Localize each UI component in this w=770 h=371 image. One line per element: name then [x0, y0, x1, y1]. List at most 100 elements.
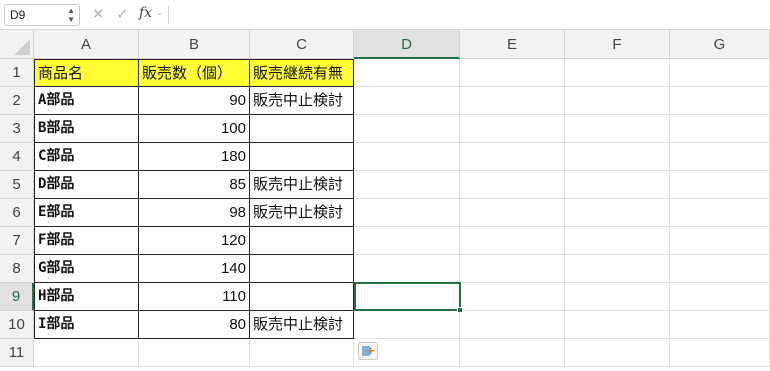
cell-e1[interactable]	[460, 59, 565, 87]
cell-d6[interactable]	[354, 199, 460, 227]
cell-b2[interactable]: 90	[139, 87, 250, 115]
column-header-c[interactable]: C	[250, 30, 354, 59]
cell-f2[interactable]	[565, 87, 670, 115]
column-header-e[interactable]: E	[460, 30, 565, 59]
name-box-stepper-icon[interactable]: ▲ ▼	[67, 6, 75, 24]
cell-g7[interactable]	[670, 227, 770, 255]
cell-g6[interactable]	[670, 199, 770, 227]
cell-c10[interactable]: 販売中止検討	[250, 311, 354, 339]
cell-a9[interactable]: H部品	[34, 283, 139, 311]
cell-e5[interactable]	[460, 171, 565, 199]
cell-c4[interactable]	[250, 143, 354, 171]
column-header-d[interactable]: D	[354, 30, 460, 59]
column-header-b[interactable]: B	[139, 30, 250, 59]
cell-b11[interactable]	[139, 339, 250, 367]
cell-e2[interactable]	[460, 87, 565, 115]
cell-e9[interactable]	[460, 283, 565, 311]
cell-e7[interactable]	[460, 227, 565, 255]
column-header-a[interactable]: A	[34, 30, 139, 59]
cell-e4[interactable]	[460, 143, 565, 171]
cell-f6[interactable]	[565, 199, 670, 227]
row-header-1[interactable]: 1	[0, 59, 34, 87]
cell-g5[interactable]	[670, 171, 770, 199]
cell-a1[interactable]: 商品名	[34, 59, 139, 87]
cell-e6[interactable]	[460, 199, 565, 227]
cell-d7[interactable]	[354, 227, 460, 255]
cell-d3[interactable]	[354, 115, 460, 143]
cell-c1[interactable]: 販売継続有無	[250, 59, 354, 87]
cell-e11[interactable]	[460, 339, 565, 367]
column-header-f[interactable]: F	[565, 30, 670, 59]
cell-a4[interactable]: C部品	[34, 143, 139, 171]
row-header-10[interactable]: 10	[0, 311, 34, 339]
row-header-11[interactable]: 11	[0, 339, 34, 367]
cell-g10[interactable]	[670, 311, 770, 339]
cell-c5[interactable]: 販売中止検討	[250, 171, 354, 199]
cell-f5[interactable]	[565, 171, 670, 199]
cell-b9[interactable]: 110	[139, 283, 250, 311]
cell-b7[interactable]: 120	[139, 227, 250, 255]
paste-options-button[interactable]: +	[358, 342, 378, 360]
cell-f8[interactable]	[565, 255, 670, 283]
cell-d5[interactable]	[354, 171, 460, 199]
cell-a7[interactable]: F部品	[34, 227, 139, 255]
row-header-9[interactable]: 9	[0, 283, 34, 311]
cell-g2[interactable]	[670, 87, 770, 115]
cell-d8[interactable]	[354, 255, 460, 283]
chevron-down-icon[interactable]: ⌄	[156, 8, 163, 17]
row-header-4[interactable]: 4	[0, 143, 34, 171]
cell-a10[interactable]: I部品	[34, 311, 139, 339]
insert-function-icon[interactable]: fx	[139, 5, 152, 21]
cell-a3[interactable]: B部品	[34, 115, 139, 143]
cell-g8[interactable]	[670, 255, 770, 283]
cell-a6[interactable]: E部品	[34, 199, 139, 227]
fill-handle[interactable]	[457, 307, 463, 313]
cell-g11[interactable]	[670, 339, 770, 367]
cell-d4[interactable]	[354, 143, 460, 171]
cell-g4[interactable]	[670, 143, 770, 171]
row-header-8[interactable]: 8	[0, 255, 34, 283]
cell-a2[interactable]: A部品	[34, 87, 139, 115]
cell-b10[interactable]: 80	[139, 311, 250, 339]
cell-e3[interactable]	[460, 115, 565, 143]
cell-e10[interactable]	[460, 311, 565, 339]
cell-c2[interactable]: 販売中止検討	[250, 87, 354, 115]
cell-f11[interactable]	[565, 339, 670, 367]
cell-b4[interactable]: 180	[139, 143, 250, 171]
active-cell-selection[interactable]	[354, 282, 463, 313]
cell-g3[interactable]	[670, 115, 770, 143]
cell-f10[interactable]	[565, 311, 670, 339]
cell-c9[interactable]	[250, 283, 354, 311]
cell-a11[interactable]	[34, 339, 139, 367]
cell-c3[interactable]	[250, 115, 354, 143]
confirm-icon[interactable]: ✓	[116, 5, 129, 23]
cell-b8[interactable]: 140	[139, 255, 250, 283]
row-header-3[interactable]: 3	[0, 115, 34, 143]
cell-b5[interactable]: 85	[139, 171, 250, 199]
cell-b3[interactable]: 100	[139, 115, 250, 143]
cell-g1[interactable]	[670, 59, 770, 87]
cell-b1[interactable]: 販売数（個）	[139, 59, 250, 87]
cell-f3[interactable]	[565, 115, 670, 143]
cell-c7[interactable]	[250, 227, 354, 255]
cell-c11[interactable]	[250, 339, 354, 367]
cell-c6[interactable]: 販売中止検討	[250, 199, 354, 227]
cell-f7[interactable]	[565, 227, 670, 255]
cell-g9[interactable]	[670, 283, 770, 311]
cell-a8[interactable]: G部品	[34, 255, 139, 283]
cell-d2[interactable]	[354, 87, 460, 115]
cell-d1[interactable]	[354, 59, 460, 87]
row-header-7[interactable]: 7	[0, 227, 34, 255]
cell-a5[interactable]: D部品	[34, 171, 139, 199]
cell-f1[interactable]	[565, 59, 670, 87]
select-all-button[interactable]	[0, 30, 34, 59]
cancel-icon[interactable]: ✕	[92, 5, 105, 23]
cell-c8[interactable]	[250, 255, 354, 283]
cell-e8[interactable]	[460, 255, 565, 283]
column-header-g[interactable]: G	[670, 30, 770, 59]
formula-input[interactable]	[172, 4, 766, 26]
row-header-6[interactable]: 6	[0, 199, 34, 227]
cell-f4[interactable]	[565, 143, 670, 171]
cell-d10[interactable]	[354, 311, 460, 339]
cell-f9[interactable]	[565, 283, 670, 311]
